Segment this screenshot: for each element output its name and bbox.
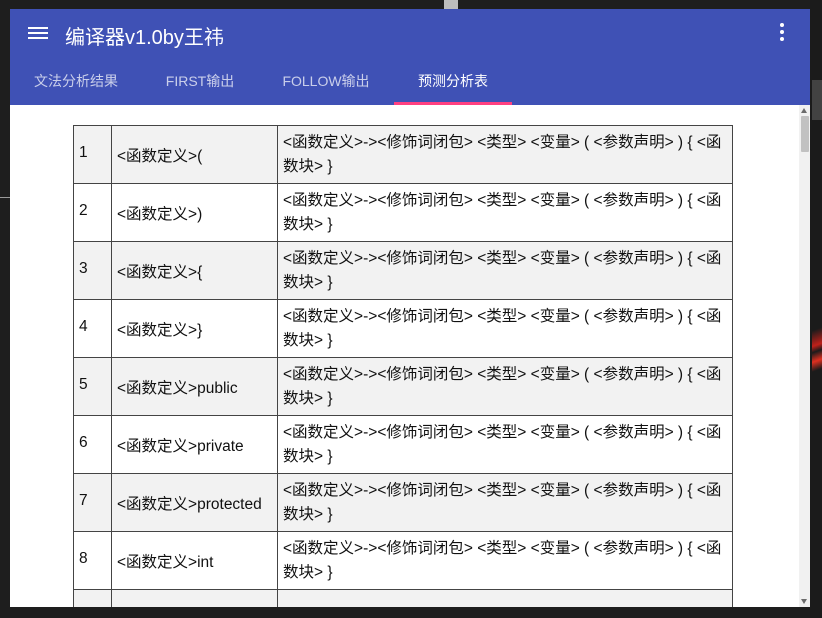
row-key: <函数定义>} bbox=[111, 299, 278, 358]
table-row: 3 <函数定义>{<函数定义>-><修饰词闭包> <类型> <变量> ( <参数声… bbox=[73, 241, 733, 300]
app-window: 编译器v1.0by王祎 文法分析结果 FIRST输出 FOLLOW输出 预测分析… bbox=[10, 9, 810, 607]
row-key: <函数定义>protected bbox=[111, 473, 278, 532]
vertical-scrollbar[interactable] bbox=[799, 105, 810, 607]
row-number bbox=[73, 589, 112, 607]
tab-first-output[interactable]: FIRST输出 bbox=[152, 61, 248, 105]
row-key: <函数定义>{ bbox=[111, 241, 278, 300]
row-number: 1 bbox=[73, 125, 112, 184]
desktop-background bbox=[812, 318, 822, 378]
row-key: <函数定义>public bbox=[111, 357, 278, 416]
row-number: 7 bbox=[73, 473, 112, 532]
tab-bar: 文法分析结果 FIRST输出 FOLLOW输出 预测分析表 bbox=[10, 61, 810, 105]
table-row: 7 <函数定义>protected <函数定义>-><修饰词闭包> <类型> <变量… bbox=[73, 473, 733, 532]
row-key: <函数定义>) bbox=[111, 183, 278, 242]
row-production: <函数定义>-><修饰词闭包> <类型> <变量> ( <参数声明> ) { <… bbox=[277, 473, 733, 532]
row-production: <函数定义>-><修饰词闭包> <类型> <变量> ( <参数声明> ) { <… bbox=[277, 415, 733, 474]
scroll-down-icon[interactable] bbox=[801, 599, 807, 604]
table-row: 4 <函数定义>} <函数定义>-><修饰词闭包> <类型> <变量> ( <参数声… bbox=[73, 299, 733, 358]
row-production: <函数定义>-><修饰词闭包> <类型> <变量> ( <参数声明> ) { <… bbox=[277, 125, 733, 184]
row-production: <函数定义>-><修饰词闭包> <类型> <变量> ( <参数声明> ) { <… bbox=[277, 299, 733, 358]
desktop-background bbox=[444, 0, 458, 9]
row-production bbox=[277, 589, 733, 607]
row-production: <函数定义>-><修饰词闭包> <类型> <变量> ( <参数声明> ) { <… bbox=[277, 183, 733, 242]
row-number: 2 bbox=[73, 183, 112, 242]
row-production: <函数定义>-><修饰词闭包> <类型> <变量> ( <参数声明> ) { <… bbox=[277, 531, 733, 590]
table-row: 1 <函数定义>(<函数定义>-><修饰词闭包> <类型> <变量> ( <参数声… bbox=[73, 125, 733, 184]
scrollbar-thumb[interactable] bbox=[801, 116, 809, 152]
row-key: <函数定义>private bbox=[111, 415, 278, 474]
tab-follow-output[interactable]: FOLLOW输出 bbox=[273, 61, 379, 105]
row-number: 8 bbox=[73, 531, 112, 590]
table-panel: 1 <函数定义>(<函数定义>-><修饰词闭包> <类型> <变量> ( <参数声… bbox=[10, 105, 799, 607]
table-row bbox=[73, 589, 733, 607]
tab-grammar-analysis[interactable]: 文法分析结果 bbox=[10, 61, 142, 105]
row-production: <函数定义>-><修饰词闭包> <类型> <变量> ( <参数声明> ) { <… bbox=[277, 357, 733, 416]
row-key bbox=[111, 589, 278, 607]
table-row: 2 <函数定义>) <函数定义>-><修饰词闭包> <类型> <变量> ( <参数声… bbox=[73, 183, 733, 242]
row-number: 3 bbox=[73, 241, 112, 300]
row-number: 5 bbox=[73, 357, 112, 416]
row-production: <函数定义>-><修饰词闭包> <类型> <变量> ( <参数声明> ) { <… bbox=[277, 241, 733, 300]
tab-predictive-table[interactable]: 预测分析表 bbox=[394, 61, 512, 105]
scroll-up-icon[interactable] bbox=[801, 108, 807, 113]
row-key: <函数定义>int bbox=[111, 531, 278, 590]
row-number: 4 bbox=[73, 299, 112, 358]
app-title: 编译器v1.0by王祎 bbox=[65, 27, 224, 49]
app-bar: 编译器v1.0by王祎 文法分析结果 FIRST输出 FOLLOW输出 预测分析… bbox=[10, 9, 810, 105]
row-number: 6 bbox=[73, 415, 112, 474]
desktop-background bbox=[812, 80, 822, 120]
table-row: 5 <函数定义>public <函数定义>-><修饰词闭包> <类型> <变量> (… bbox=[73, 357, 733, 416]
more-vert-icon[interactable] bbox=[776, 23, 788, 45]
predictive-analysis-table: 1 <函数定义>(<函数定义>-><修饰词闭包> <类型> <变量> ( <参数声… bbox=[73, 125, 733, 607]
row-key: <函数定义>( bbox=[111, 125, 278, 184]
menu-icon[interactable] bbox=[28, 25, 48, 43]
desktop-background bbox=[0, 197, 10, 198]
table-row: 8 <函数定义>int <函数定义>-><修饰词闭包> <类型> <变量> ( <参… bbox=[73, 531, 733, 590]
table-row: 6 <函数定义>private <函数定义>-><修饰词闭包> <类型> <变量> … bbox=[73, 415, 733, 474]
